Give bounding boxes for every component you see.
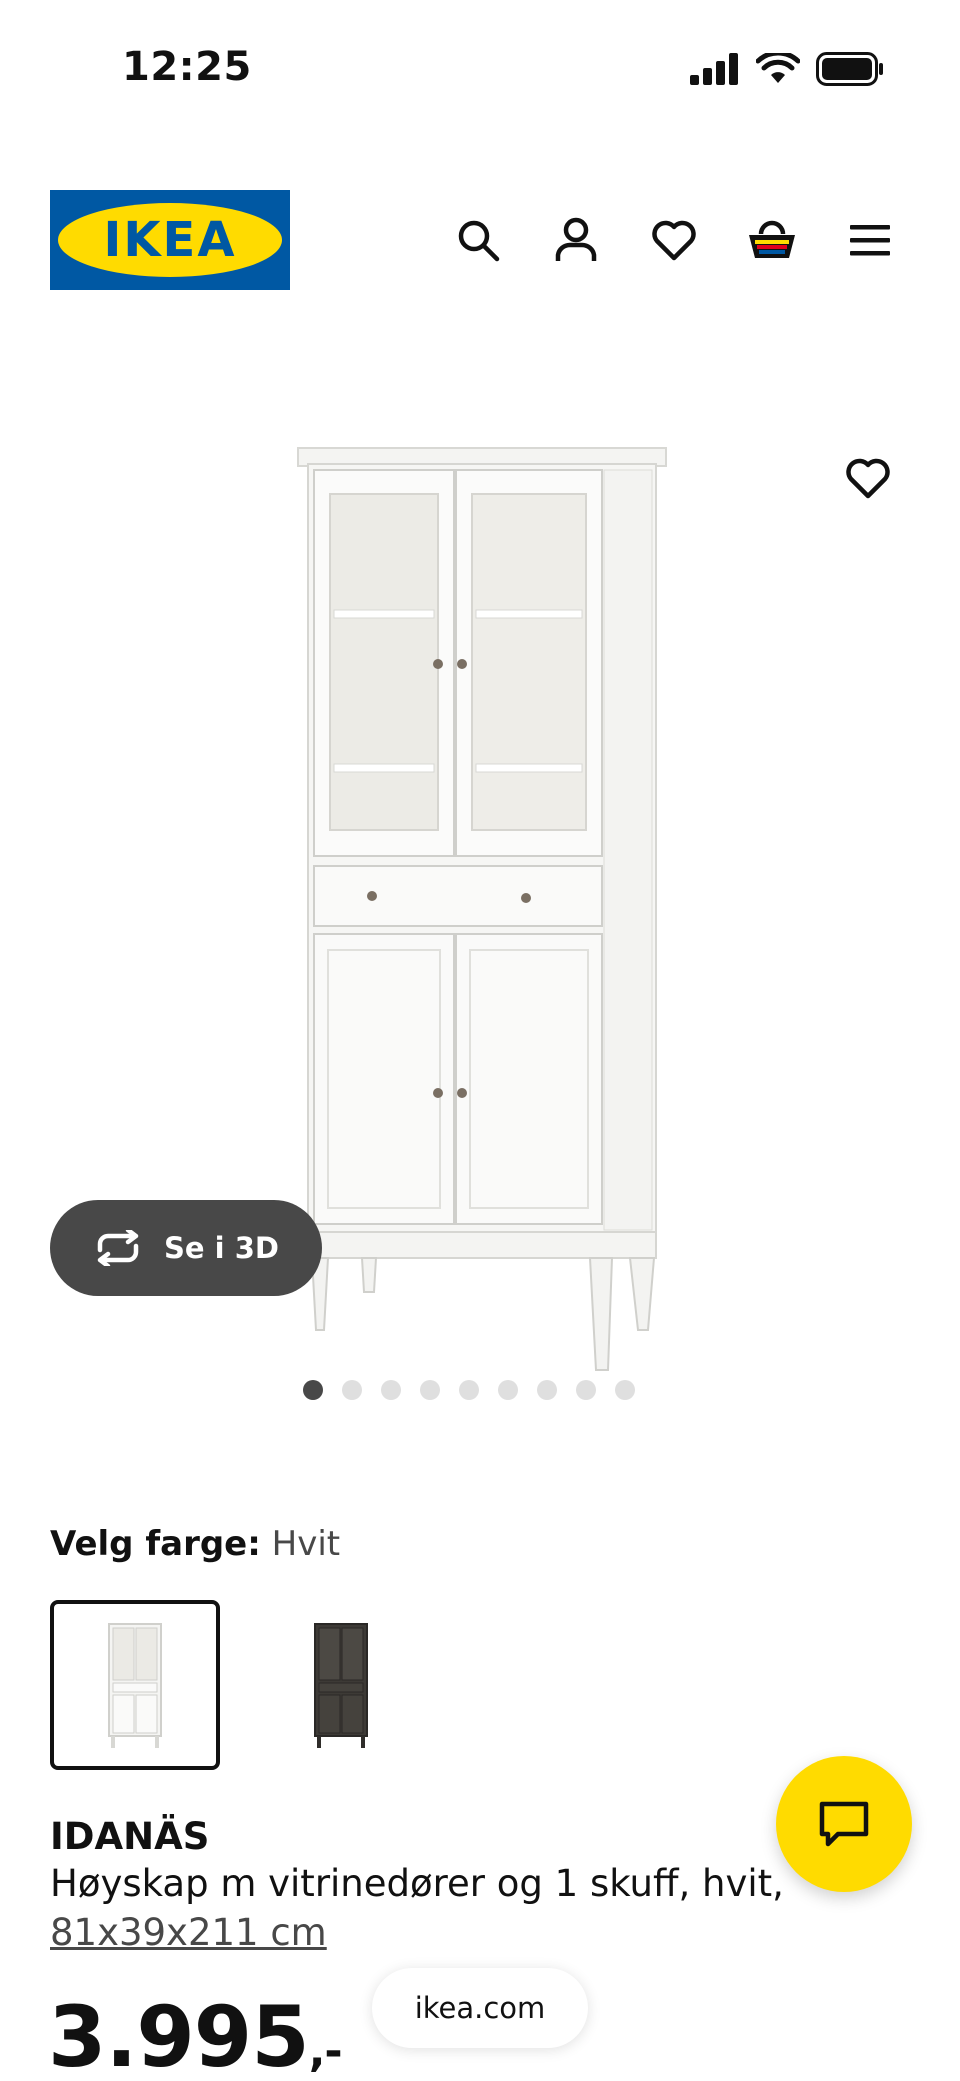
status-time: 12:25 <box>122 44 252 90</box>
chat-bubble-icon <box>819 1801 869 1847</box>
favourites-button[interactable] <box>644 210 704 270</box>
pagination-dot[interactable] <box>498 1380 518 1400</box>
ikea-logo[interactable]: IKEA <box>50 190 290 290</box>
color-label: Velg farge: <box>50 1524 261 1564</box>
pagination-dot[interactable] <box>381 1380 401 1400</box>
color-value: Hvit <box>271 1524 341 1564</box>
swatch-white[interactable] <box>50 1600 220 1770</box>
menu-button[interactable] <box>840 210 900 270</box>
search-button[interactable] <box>448 210 508 270</box>
logo-text: IKEA <box>104 212 237 268</box>
rotate-3d-icon <box>97 1230 139 1266</box>
product-description: Høyskap m vitrinedører og 1 skuff, hvit, <box>50 1862 784 1905</box>
gallery-pagination <box>0 1380 960 1400</box>
url-text: ikea.com <box>414 1991 546 2025</box>
browser-url-bar[interactable]: ikea.com <box>372 1968 588 2048</box>
see-in-3d-button[interactable]: Se i 3D <box>50 1200 322 1296</box>
wifi-icon <box>756 53 800 83</box>
swatch-white-thumbnail <box>108 1623 162 1748</box>
chat-button[interactable] <box>776 1756 912 1892</box>
header-nav <box>448 210 900 270</box>
product-price: 3.995,- <box>48 1988 343 2081</box>
color-select-label: Velg farge: Hvit <box>50 1524 340 1564</box>
site-header: IKEA <box>0 190 960 294</box>
heart-icon <box>846 458 890 499</box>
basket-icon <box>749 220 795 258</box>
signal-icon <box>690 53 738 85</box>
add-to-favourites-button[interactable] <box>840 450 896 506</box>
product-gallery[interactable]: Se i 3D <box>0 360 960 1400</box>
product-image-cabinet[interactable] <box>290 400 680 1380</box>
account-button[interactable] <box>546 210 606 270</box>
product-size-link[interactable]: 81x39x211 cm <box>50 1911 327 1954</box>
pagination-dot[interactable] <box>420 1380 440 1400</box>
swatch-dark-brown-thumbnail <box>314 1623 368 1748</box>
status-bar: 12:25 <box>0 0 960 140</box>
price-amount: 3.995 <box>48 1988 310 2081</box>
battery-icon <box>816 52 883 86</box>
pagination-dot[interactable] <box>537 1380 557 1400</box>
pagination-dot[interactable] <box>576 1380 596 1400</box>
pagination-dot[interactable] <box>615 1380 635 1400</box>
hamburger-menu-icon <box>850 225 890 256</box>
color-swatches <box>50 1600 426 1770</box>
pagination-dot[interactable] <box>303 1380 323 1400</box>
swatch-dark-brown[interactable] <box>256 1600 426 1770</box>
see-in-3d-label: Se i 3D <box>164 1231 279 1265</box>
price-suffix: ,- <box>308 2026 343 2077</box>
pagination-dot[interactable] <box>459 1380 479 1400</box>
heart-icon <box>652 220 696 261</box>
status-icons <box>690 52 884 86</box>
basket-button[interactable] <box>742 210 802 270</box>
product-name: IDANÄS <box>50 1815 210 1858</box>
search-icon <box>458 220 500 262</box>
pagination-dot[interactable] <box>342 1380 362 1400</box>
account-icon <box>555 217 597 261</box>
